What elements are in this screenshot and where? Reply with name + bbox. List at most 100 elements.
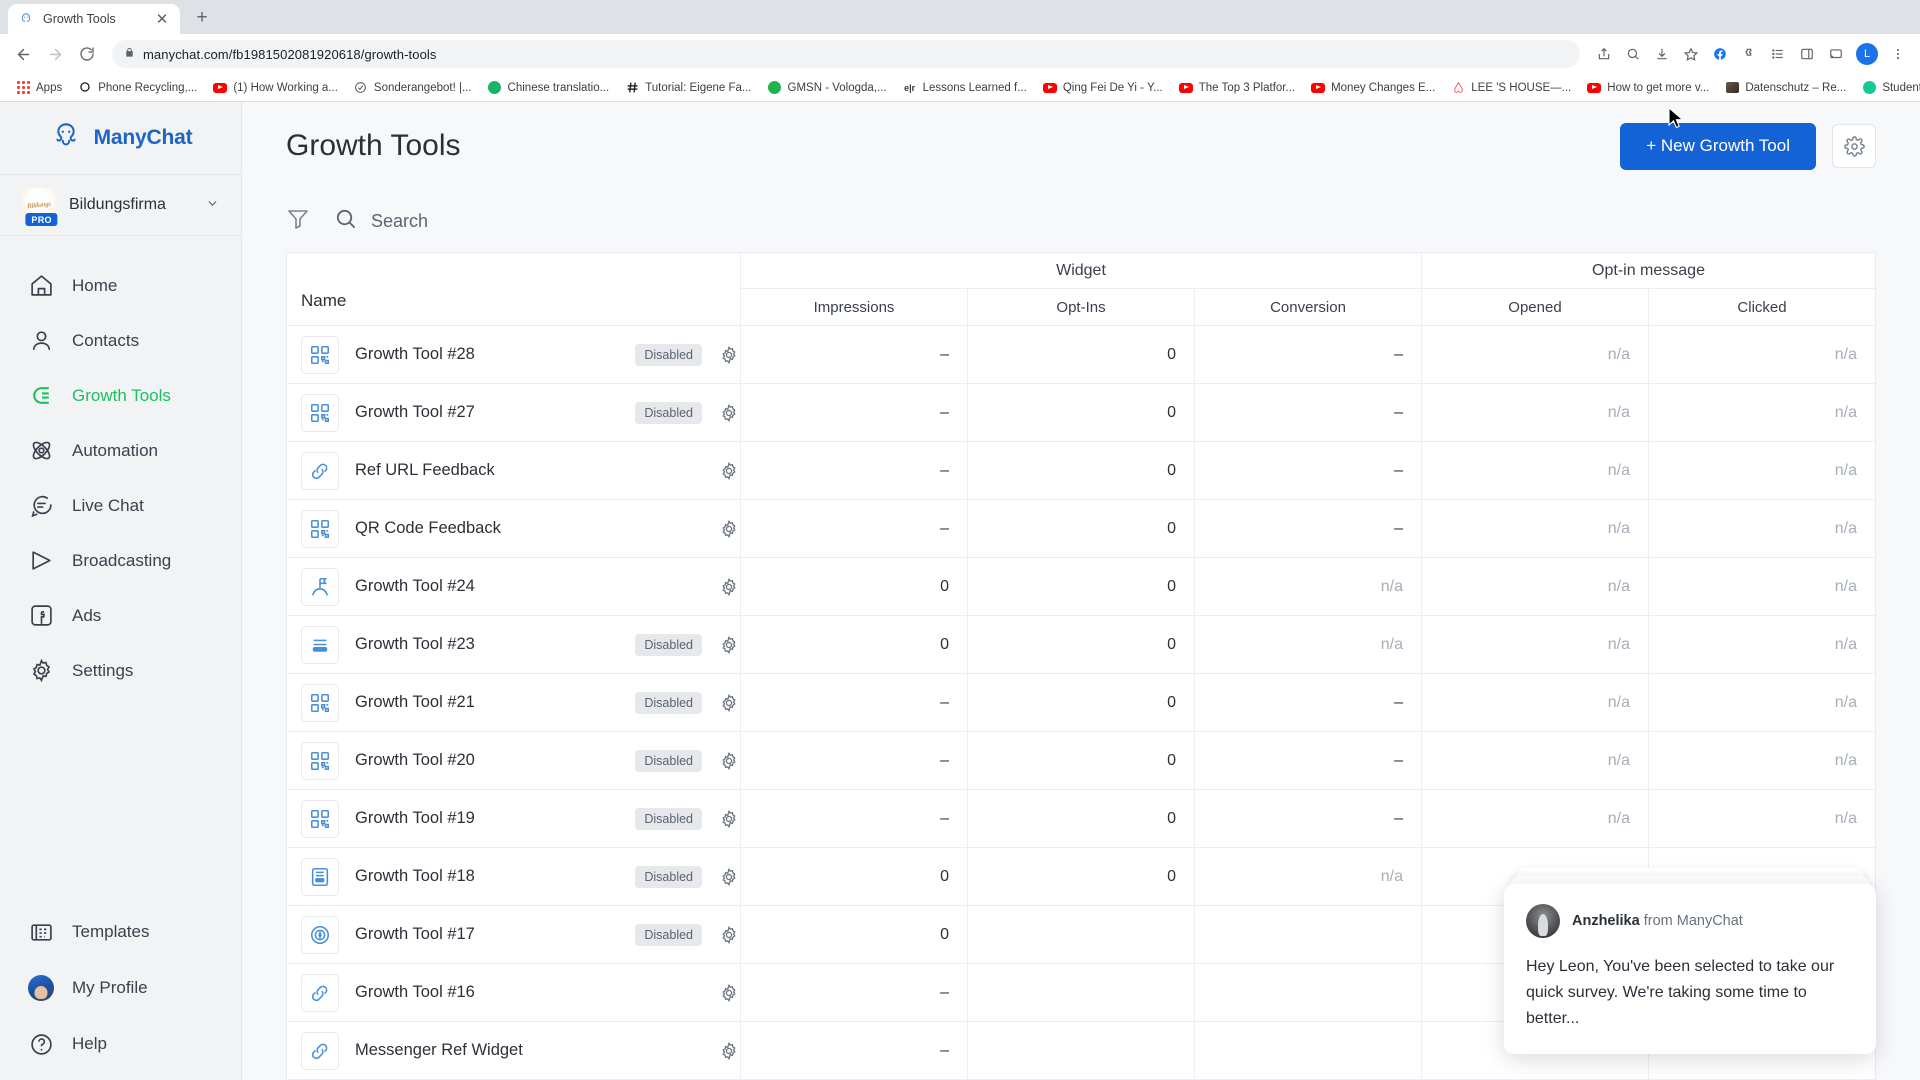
- bookmark-item[interactable]: Student Wants an...: [1854, 76, 1920, 100]
- table-row[interactable]: Growth Tool #21 Disabled –0– n/a n/a: [286, 673, 1876, 732]
- gear-icon[interactable]: [718, 924, 740, 946]
- column-header-clicked[interactable]: Clicked: [1648, 288, 1876, 326]
- share-icon[interactable]: [1590, 40, 1618, 68]
- sidebar-item-help[interactable]: Help: [0, 1016, 241, 1072]
- gear-icon[interactable]: [718, 1040, 740, 1062]
- table-row[interactable]: Growth Tool #23 Disabled 0 0 n/a n/a n/a: [286, 615, 1876, 674]
- cell-name[interactable]: Growth Tool #20 Disabled: [286, 731, 741, 790]
- sidebar-item-my-profile[interactable]: My Profile: [0, 960, 241, 1016]
- sidebar-item-contacts[interactable]: Contacts: [0, 313, 241, 368]
- cell-name[interactable]: Messenger Ref Widget: [286, 1021, 741, 1080]
- bookmark-item[interactable]: (1) How Working a...: [205, 76, 346, 100]
- new-tab-button[interactable]: +: [188, 4, 216, 32]
- table-row[interactable]: QR Code Feedback –0– n/a n/a: [286, 499, 1876, 558]
- growth-tool-name: Growth Tool #16: [355, 983, 475, 1001]
- cell-name[interactable]: Growth Tool #19 Disabled: [286, 789, 741, 848]
- sidebar-item-broadcasting[interactable]: Broadcasting: [0, 533, 241, 588]
- cell-name[interactable]: QR Code Feedback: [286, 499, 741, 558]
- sidebar-item-ads[interactable]: Ads: [0, 588, 241, 643]
- profile-avatar[interactable]: L: [1856, 43, 1878, 65]
- table-row[interactable]: Growth Tool #19 Disabled –0– n/a n/a: [286, 789, 1876, 848]
- bookmark-item[interactable]: Datenschutz – Re...: [1717, 76, 1854, 100]
- bookmark-item[interactable]: Chinese translatio...: [480, 76, 618, 100]
- column-header-opened[interactable]: Opened: [1421, 288, 1649, 326]
- column-header-impressions[interactable]: Impressions: [740, 288, 968, 326]
- cell-conversion: [1194, 963, 1422, 1022]
- sidebar-item-templates[interactable]: Templates: [0, 904, 241, 960]
- account-switcher[interactable]: Bildungs PRO Bildungsfirma: [0, 174, 241, 236]
- sidebar-item-settings[interactable]: Settings: [0, 643, 241, 698]
- gear-icon[interactable]: [718, 634, 740, 656]
- browser-tab[interactable]: Growth Tools ✕: [8, 4, 180, 34]
- sidebar-item-growth-tools[interactable]: Growth Tools: [0, 368, 241, 423]
- cell-name[interactable]: Ref URL Feedback: [286, 441, 741, 500]
- kebab-menu-icon[interactable]: [1884, 40, 1912, 68]
- bookmark-item[interactable]: Phone Recycling,...: [70, 76, 205, 100]
- star-icon[interactable]: [1677, 40, 1705, 68]
- gear-icon[interactable]: [718, 808, 740, 830]
- table-row[interactable]: Growth Tool #27 Disabled –0– n/a n/a: [286, 383, 1876, 442]
- gear-icon[interactable]: [718, 460, 740, 482]
- gear-icon[interactable]: [718, 344, 740, 366]
- sidebar-icon[interactable]: [1793, 40, 1821, 68]
- status-badge: Disabled: [635, 749, 702, 772]
- bookmark-item[interactable]: GMSN - Vologda,...: [760, 76, 895, 100]
- sidebar-item-live-chat[interactable]: Live Chat: [0, 478, 241, 533]
- column-header-name[interactable]: Name: [286, 252, 741, 326]
- close-icon[interactable]: ✕: [154, 11, 170, 27]
- brand-logo[interactable]: ManyChat: [0, 102, 241, 174]
- sidebar-item-home[interactable]: Home: [0, 258, 241, 313]
- download-icon[interactable]: [1648, 40, 1676, 68]
- puzzle-icon[interactable]: [1735, 40, 1763, 68]
- address-bar[interactable]: manychat.com/fb1981502081920618/growth-t…: [112, 40, 1580, 68]
- zoom-icon[interactable]: [1619, 40, 1647, 68]
- sidebar-item-automation[interactable]: Automation: [0, 423, 241, 478]
- column-header-conversion[interactable]: Conversion: [1194, 288, 1422, 326]
- back-arrow-icon[interactable]: [8, 39, 38, 69]
- gear-icon[interactable]: [718, 692, 740, 714]
- forward-arrow-icon[interactable]: [40, 39, 70, 69]
- cell-name[interactable]: Growth Tool #17 Disabled: [286, 905, 741, 964]
- cell-name[interactable]: Growth Tool #18 Disabled: [286, 847, 741, 906]
- list-icon[interactable]: [1764, 40, 1792, 68]
- table-row[interactable]: Growth Tool #24 0 0 n/a n/a n/a: [286, 557, 1876, 616]
- bookmark-item[interactable]: The Top 3 Platfor...: [1171, 76, 1303, 100]
- bookmark-item[interactable]: How to get more v...: [1579, 76, 1717, 100]
- gear-icon[interactable]: [718, 576, 740, 598]
- bookmark-item[interactable]: LEE 'S HOUSE—...: [1443, 76, 1579, 100]
- table-row[interactable]: Growth Tool #28 Disabled –0– n/a n/a: [286, 325, 1876, 384]
- cell-name[interactable]: Growth Tool #27 Disabled: [286, 383, 741, 442]
- gear-icon[interactable]: [718, 982, 740, 1004]
- chat-message-card[interactable]: Anzhelika from ManyChat Hey Leon, You've…: [1504, 884, 1876, 1054]
- filter-funnel-icon[interactable]: [286, 207, 310, 236]
- column-header-optins[interactable]: Opt-Ins: [967, 288, 1195, 326]
- gear-icon[interactable]: [1832, 124, 1876, 168]
- table-row[interactable]: Growth Tool #20 Disabled –0– n/a n/a: [286, 731, 1876, 790]
- bookmark-item[interactable]: Tutorial: Eigene Fa...: [617, 76, 759, 100]
- gear-icon[interactable]: [718, 750, 740, 772]
- table-row[interactable]: Ref URL Feedback –0– n/a n/a: [286, 441, 1876, 500]
- new-growth-tool-button[interactable]: + New Growth Tool: [1620, 122, 1816, 170]
- search-input[interactable]: Search: [334, 207, 428, 235]
- cell-name[interactable]: Growth Tool #23 Disabled: [286, 615, 741, 674]
- chat-popup[interactable]: Anzhelika from ManyChat Hey Leon, You've…: [1504, 868, 1876, 1054]
- gear-icon[interactable]: [718, 518, 740, 540]
- cell-name[interactable]: Growth Tool #21 Disabled: [286, 673, 741, 732]
- cell-name[interactable]: Growth Tool #28 Disabled: [286, 325, 741, 384]
- cell-name[interactable]: Growth Tool #24: [286, 557, 741, 616]
- cell-name[interactable]: Growth Tool #16: [286, 963, 741, 1022]
- bookmark-item[interactable]: Qing Fei De Yi - Y...: [1035, 76, 1171, 100]
- cast-icon[interactable]: [1822, 40, 1850, 68]
- gear-icon[interactable]: [718, 402, 740, 424]
- bookmark-item[interactable]: Apps: [8, 76, 70, 100]
- bookmark-item[interactable]: e|r Lessons Learned f...: [895, 76, 1035, 100]
- gear-icon[interactable]: [718, 866, 740, 888]
- manychat-octopus-icon: [49, 119, 83, 158]
- bookmark-item[interactable]: Sonderangebot! |...: [346, 76, 480, 100]
- facebook-icon[interactable]: [1706, 40, 1734, 68]
- home-icon: [28, 273, 54, 299]
- reload-icon[interactable]: [72, 39, 102, 69]
- chevron-down-icon[interactable]: [206, 197, 219, 213]
- bookmark-item[interactable]: Money Changes E...: [1303, 76, 1443, 100]
- status-badge: Disabled: [635, 923, 702, 946]
